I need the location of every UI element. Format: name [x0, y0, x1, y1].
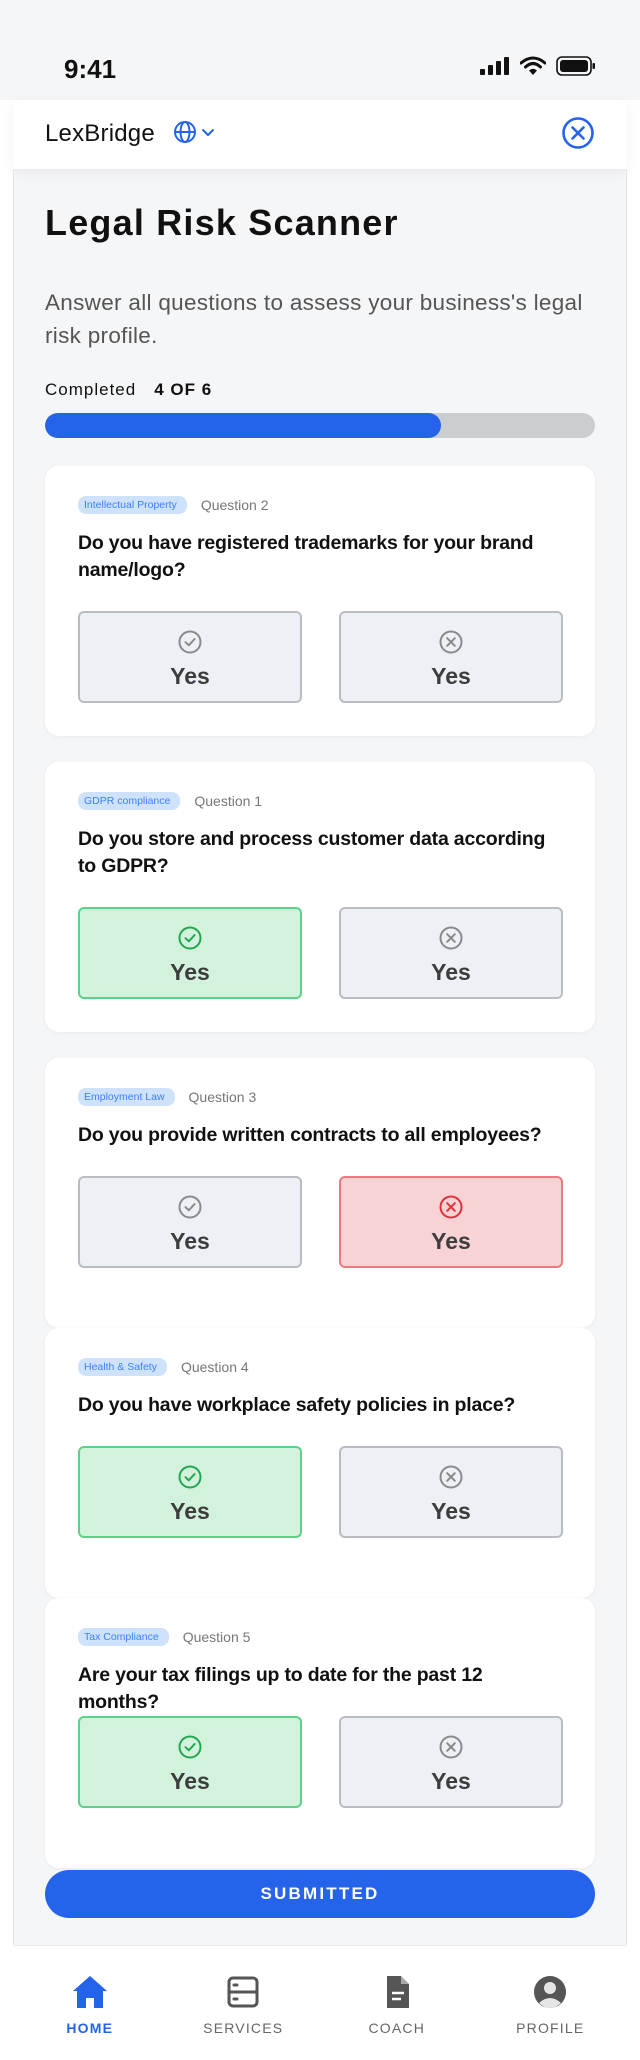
category-tag: Employment Law [78, 1088, 175, 1106]
progress-label: Completed 4 OF 6 [45, 380, 212, 400]
avatar-icon [534, 1976, 567, 2008]
check-circle-icon [178, 1465, 202, 1489]
chevron-down-icon [202, 129, 214, 136]
category-tag: Intellectual Property [78, 496, 187, 514]
globe-icon [174, 121, 196, 143]
question-number: Question 5 [182, 1629, 251, 1645]
question-text: Do you have registered trademarks for yo… [78, 532, 534, 581]
status-time: 9:41 [64, 54, 117, 84]
progress-bar [45, 413, 595, 438]
brand-name: LexBridge [45, 120, 155, 147]
wifi-icon [520, 56, 546, 75]
question-number: Question 4 [180, 1359, 249, 1375]
question-card: Tax Compliance Question 5 Are your tax f… [45, 1598, 595, 1868]
page-subtitle: Answer all questions to assess your busi… [45, 290, 583, 348]
submit-button[interactable]: SUBMITTED [45, 1870, 595, 1918]
question-header: GDPR compliance Question 1 [78, 792, 262, 810]
question-text: Do you provide written contracts to all … [78, 1124, 542, 1146]
x-circle-icon [439, 926, 463, 950]
tab-services[interactable]: SERVICES [167, 1946, 321, 2060]
no-option-label: Yes [431, 1498, 471, 1524]
tab-label: PROFILE [516, 2020, 585, 2036]
progress-bar-fill [45, 413, 441, 438]
bottom-tab-bar: HOME SERVICES COACH PROFILE [13, 1945, 627, 2060]
progress-label-text: Completed [45, 380, 137, 399]
cellular-signal-icon [480, 57, 509, 75]
tab-home[interactable]: HOME [13, 1946, 167, 2060]
check-circle-icon [178, 1735, 202, 1759]
yes-option-button[interactable]: Yes [78, 907, 302, 999]
question-header: Intellectual Property Question 2 [78, 496, 269, 514]
question-text: Do you have workplace safety policies in… [78, 1394, 516, 1416]
tab-coach[interactable]: COACH [320, 1946, 474, 2060]
tab-label: COACH [368, 2020, 426, 2036]
x-circle-icon [439, 1195, 463, 1219]
check-circle-icon [178, 630, 202, 654]
question-card: Health & Safety Question 4 Do you have w… [45, 1328, 595, 1598]
question-number: Question 3 [188, 1089, 257, 1105]
no-option-button[interactable]: Yes [339, 907, 563, 999]
question-text: Are your tax filings up to date for the … [78, 1664, 483, 1713]
no-option-button[interactable]: Yes [339, 1176, 563, 1268]
yes-option-button[interactable]: Yes [78, 1176, 302, 1268]
category-tag: Tax Compliance [78, 1628, 169, 1646]
question-card: GDPR compliance Question 1 Do you store … [45, 762, 595, 1032]
no-option-button[interactable]: Yes [339, 1446, 563, 1538]
tab-profile[interactable]: PROFILE [474, 1946, 628, 2060]
tab-label: HOME [66, 2020, 114, 2036]
services-icon [227, 1976, 259, 2008]
document-icon [386, 1976, 409, 2008]
yes-option-label: Yes [170, 1768, 210, 1794]
x-circle-icon [439, 1465, 463, 1489]
app-header: LexBridge [13, 100, 627, 170]
check-circle-icon [178, 1195, 202, 1219]
no-option-label: Yes [431, 959, 471, 985]
x-circle-icon [439, 1735, 463, 1759]
yes-option-button[interactable]: Yes [78, 1446, 302, 1538]
question-header: Health & Safety Question 4 [78, 1358, 249, 1376]
language-selector[interactable] [173, 120, 215, 144]
page-title: Legal Risk Scanner [45, 202, 399, 243]
yes-option-label: Yes [170, 1228, 210, 1254]
yes-option-button[interactable]: Yes [78, 611, 302, 703]
category-tag: GDPR compliance [78, 792, 181, 810]
no-option-label: Yes [431, 1768, 471, 1794]
question-text: Do you store and process customer data a… [78, 828, 546, 877]
home-icon [72, 1976, 107, 2008]
yes-option-label: Yes [170, 663, 210, 689]
no-option-label: Yes [431, 663, 471, 689]
battery-icon [556, 56, 595, 76]
yes-option-label: Yes [170, 959, 210, 985]
check-circle-icon [178, 926, 202, 950]
question-header: Tax Compliance Question 5 [78, 1628, 250, 1646]
question-card: Intellectual Property Question 2 Do you … [45, 466, 595, 736]
tab-label: SERVICES [203, 2020, 284, 2036]
close-icon [562, 117, 594, 149]
no-option-button[interactable]: Yes [339, 1716, 563, 1808]
category-tag: Health & Safety [78, 1358, 167, 1376]
x-circle-icon [439, 630, 463, 654]
yes-option-button[interactable]: Yes [78, 1716, 302, 1808]
no-option-button[interactable]: Yes [339, 611, 563, 703]
question-number: Question 1 [194, 793, 263, 809]
question-card: Employment Law Question 3 Do you provide… [45, 1058, 595, 1328]
question-number: Question 2 [200, 497, 269, 513]
status-bar: 9:41 [0, 0, 640, 100]
status-icons [480, 56, 596, 76]
close-button[interactable] [561, 116, 595, 150]
no-option-label: Yes [431, 1228, 471, 1254]
yes-option-label: Yes [170, 1498, 210, 1524]
progress-count: 4 OF 6 [154, 380, 213, 399]
question-header: Employment Law Question 3 [78, 1088, 256, 1106]
